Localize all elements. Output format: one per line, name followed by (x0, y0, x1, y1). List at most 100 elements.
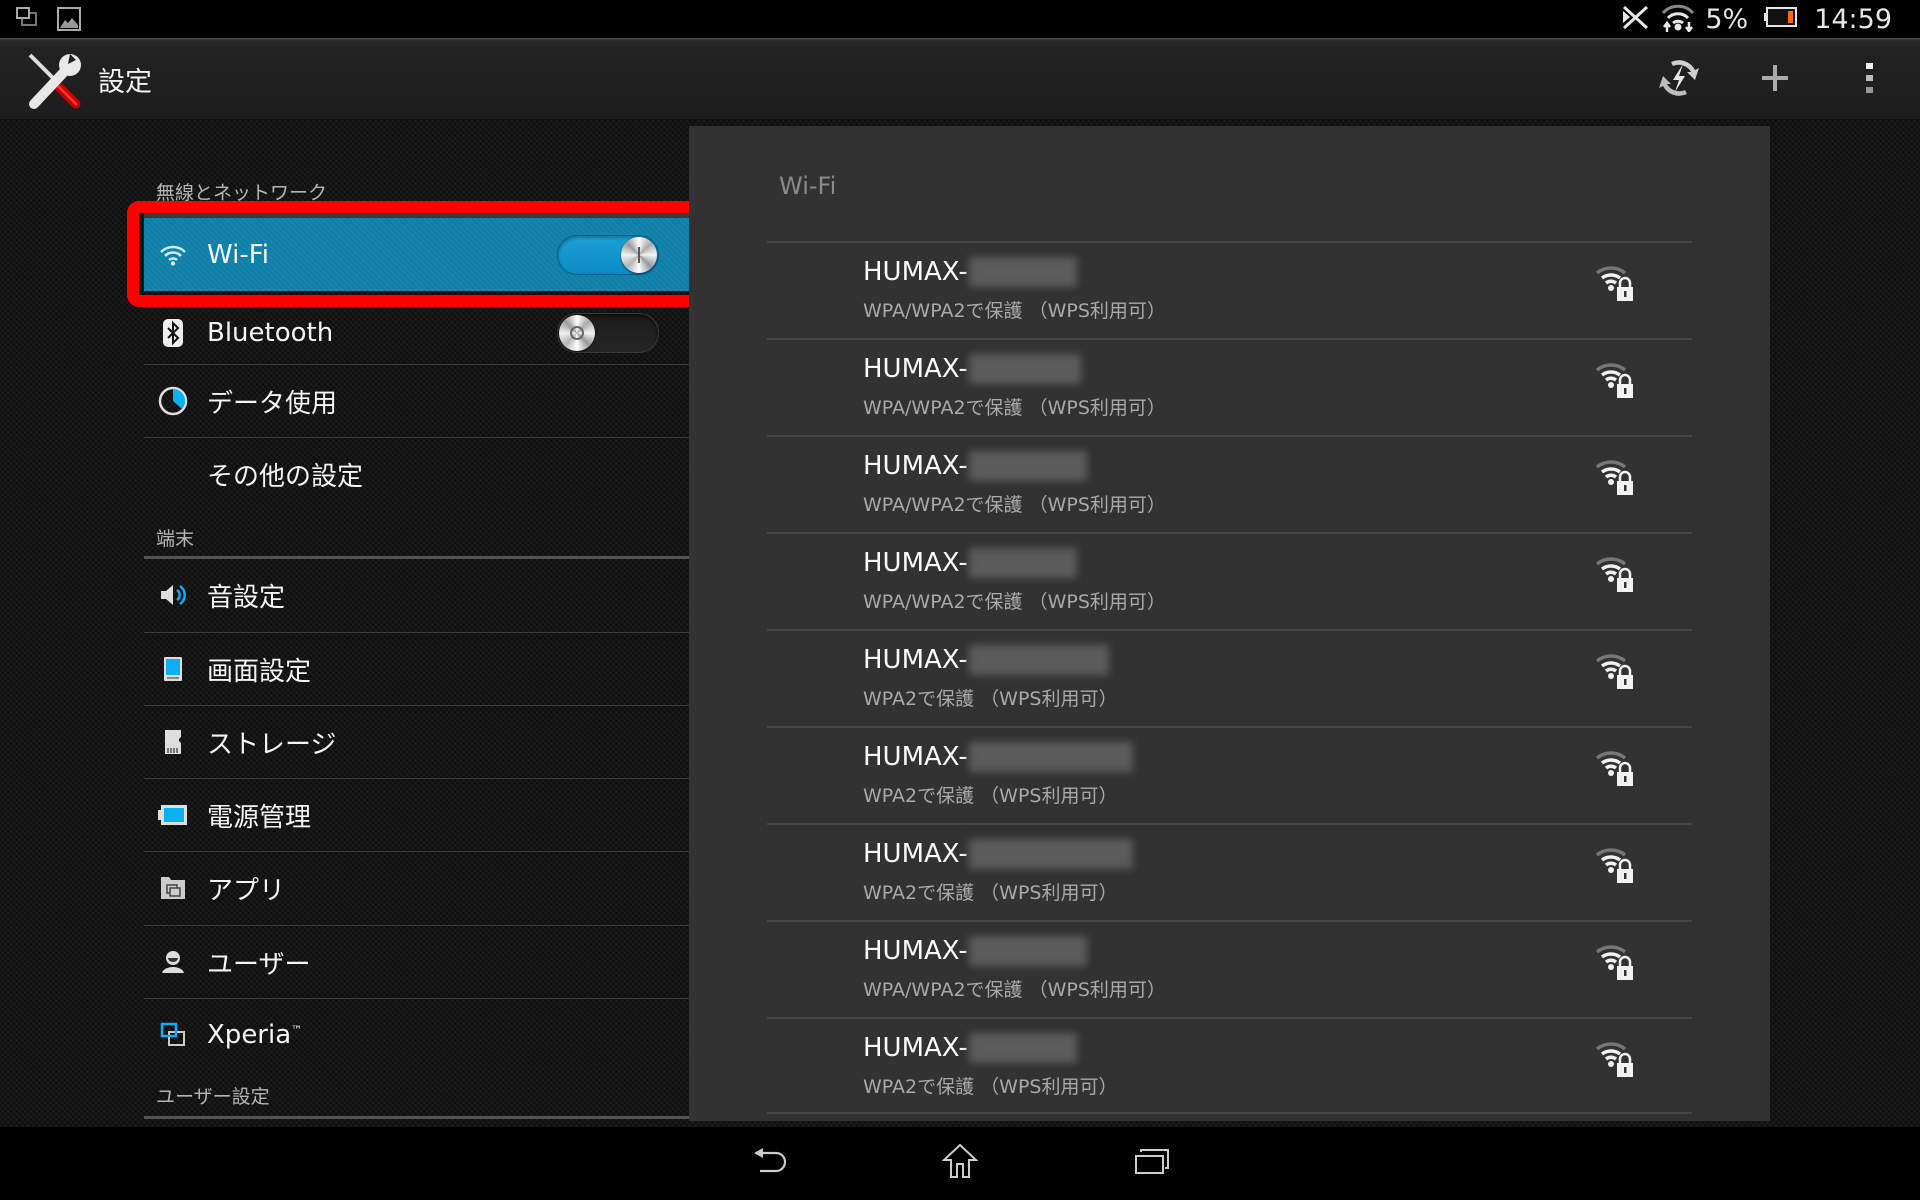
ssid-visible-text: HUMAX- (863, 451, 968, 481)
wifi-signal-lock-icon (1595, 554, 1639, 594)
section-header-wireless: 無線とネットワーク (156, 182, 328, 204)
ssid-redacted-blur (968, 1033, 1077, 1063)
plus-icon (1760, 63, 1790, 97)
sidebar-item-label: 画面設定 (207, 656, 312, 687)
overflow-menu-button[interactable] (1838, 48, 1902, 112)
network-security: WPA/WPA2で保護 （WPS利用可） (863, 591, 1166, 613)
sidebar-item-label: 音設定 (207, 582, 286, 613)
back-button[interactable] (735, 1137, 805, 1189)
sidebar-item-xperia[interactable]: Xperia™ (144, 999, 689, 1071)
wifi-network-row[interactable]: HUMAX- WPA2で保護 （WPS利用可） (767, 823, 1692, 920)
ssid-redacted-blur (968, 742, 1133, 772)
network-security: WPA/WPA2で保護 （WPS利用可） (863, 397, 1166, 419)
network-ssid: HUMAX- (863, 645, 1109, 675)
wifi-icon (158, 240, 188, 270)
ssid-visible-text: HUMAX- (863, 742, 968, 772)
ssid-visible-text: HUMAX- (863, 1033, 968, 1063)
user-icon (158, 947, 188, 977)
sd-card-icon (158, 727, 188, 757)
sidebar-item-data-usage[interactable]: データ使用 (144, 365, 689, 437)
network-ssid: HUMAX- (863, 451, 1087, 481)
wifi-signal-lock-icon (1595, 457, 1639, 497)
sidebar-item-label: Wi-Fi (207, 239, 270, 270)
home-button[interactable] (925, 1137, 995, 1189)
ssid-redacted-blur (968, 354, 1081, 384)
sidebar-item-label: Xperia™ (207, 1020, 303, 1050)
wifi-network-row[interactable]: HUMAX- WPA/WPA2で保護 （WPS利用可） (767, 241, 1692, 338)
wifi-network-row[interactable]: HUMAX- WPA/WPA2で保護 （WPS利用可） (767, 338, 1692, 435)
clock: 14:59 (1814, 3, 1892, 35)
xperia-connectivity-icon (158, 1020, 188, 1050)
wifi-signal-lock-icon (1595, 360, 1639, 400)
action-bar: 設定 (0, 38, 1920, 120)
wifi-network-row[interactable]: HUMAX- WPA/WPA2で保護 （WPS利用可） (767, 920, 1692, 1017)
wifi-network-row[interactable]: HUMAX- WPA2で保護 （WPS利用可） (767, 726, 1692, 823)
wifi-network-row[interactable]: HUMAX- WPA/WPA2で保護 （WPS利用可） (767, 435, 1692, 532)
ssid-redacted-blur (968, 451, 1087, 481)
network-ssid: HUMAX- (863, 257, 1077, 287)
wifi-network-row[interactable]: HUMAX- WPA2で保護 （WPS利用可） (767, 629, 1692, 726)
sidebar-item-sound[interactable]: 音設定 (144, 559, 689, 631)
toggle-knob (621, 236, 657, 273)
sidebar-item-more-settings[interactable]: その他の設定 (144, 438, 689, 510)
bluetooth-icon (158, 318, 188, 348)
gallery-image-icon (57, 7, 81, 35)
section-header-user-settings: ユーザー設定 (156, 1086, 270, 1108)
sidebar-item-label: データ使用 (207, 388, 338, 419)
wifi-signal-lock-icon (1595, 845, 1639, 885)
battery-percent: 5% (1705, 3, 1749, 35)
ssid-visible-text: HUMAX- (863, 839, 968, 869)
sidebar-item-label: ストレージ (207, 729, 337, 760)
wifi-signal-lock-icon (1595, 263, 1639, 303)
sidebar-item-storage[interactable]: ストレージ (144, 706, 689, 778)
network-ssid: HUMAX- (863, 936, 1087, 966)
battery-icon (158, 800, 188, 830)
sidebar-item-label: 電源管理 (207, 802, 312, 833)
wifi-network-row[interactable]: HUMAX- WPA2で保護 （WPS利用可） (767, 1017, 1692, 1114)
recents-button[interactable] (1117, 1137, 1187, 1189)
toggle-knob (559, 315, 595, 351)
wifi-signal-lock-icon (1595, 942, 1639, 982)
sidebar-item-users[interactable]: ユーザー (144, 926, 689, 998)
battery-low-icon (1764, 6, 1798, 32)
network-security: WPA2で保護 （WPS利用可） (863, 688, 1118, 710)
ssid-visible-text: HUMAX- (863, 257, 968, 287)
sidebar-item-label: アプリ (207, 875, 286, 906)
add-network-button[interactable] (1743, 48, 1807, 112)
network-security: WPA/WPA2で保護 （WPS利用可） (863, 300, 1166, 322)
sidebar-item-label: ユーザー (207, 949, 311, 980)
bluetooth-toggle[interactable] (557, 313, 659, 353)
wps-icon (1657, 56, 1701, 104)
sidebar-item-bluetooth[interactable]: Bluetooth (144, 297, 689, 369)
back-icon (752, 1147, 788, 1179)
sidebar-item-label: Bluetooth (207, 318, 334, 348)
network-security: WPA2で保護 （WPS利用可） (863, 882, 1118, 904)
wifi-panel: Wi-Fi HUMAX- WPA/WPA2で保護 （WPS利用可） HUMAX- WP… (689, 126, 1770, 1121)
network-security: WPA/WPA2で保護 （WPS利用可） (863, 494, 1166, 516)
wifi-toggle[interactable] (557, 234, 659, 275)
network-security: WPA2で保護 （WPS利用可） (863, 1076, 1118, 1098)
wifi-network-row[interactable]: HUMAX- WPA/WPA2で保護 （WPS利用可） (767, 532, 1692, 629)
sidebar-item-display[interactable]: 画面設定 (144, 633, 689, 705)
nfc-off-icon (1621, 3, 1651, 35)
home-icon (941, 1143, 979, 1182)
data-usage-icon (158, 386, 188, 416)
network-ssid: HUMAX- (863, 548, 1077, 578)
sidebar-item-apps[interactable]: アプリ (144, 852, 689, 924)
sidebar-item-power[interactable]: 電源管理 (144, 779, 689, 851)
network-ssid: HUMAX- (863, 742, 1133, 772)
wps-button[interactable] (1647, 48, 1711, 112)
network-ssid: HUMAX- (863, 1033, 1077, 1063)
navigation-bar (0, 1127, 1920, 1200)
section-header-device: 端末 (156, 528, 195, 550)
section-divider (144, 1116, 689, 1119)
network-ssid: HUMAX- (863, 839, 1133, 869)
display-icon (158, 654, 188, 684)
wifi-signal-lock-icon (1595, 1039, 1639, 1079)
sidebar-item-wifi[interactable]: Wi-Fi (144, 212, 689, 291)
recent-apps-icon (1135, 1148, 1169, 1178)
ssid-visible-text: HUMAX- (863, 645, 968, 675)
wifi-data-activity-icon (1661, 2, 1695, 36)
settings-tools-icon[interactable] (24, 50, 84, 110)
content-area: 無線とネットワーク Wi-Fi Bluetooth データ使用 その他の設定 端… (0, 120, 1920, 1127)
